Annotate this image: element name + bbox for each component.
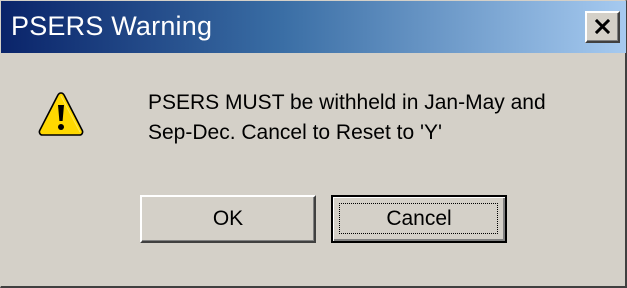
- warning-icon: [38, 92, 84, 136]
- cancel-button[interactable]: Cancel: [331, 195, 507, 243]
- title-bar[interactable]: PSERS Warning: [1, 1, 626, 53]
- warning-message: PSERS MUST be withheld in Jan-May and Se…: [148, 91, 546, 144]
- close-icon: [595, 19, 610, 34]
- dialog-title: PSERS Warning: [11, 11, 213, 41]
- warning-dialog: PSERS Warning PSERS MUST be withheld in …: [0, 0, 627, 288]
- cancel-button-label: Cancel: [386, 207, 452, 230]
- ok-button-label: OK: [212, 207, 244, 230]
- close-button[interactable]: [585, 11, 620, 43]
- ok-button[interactable]: OK: [140, 195, 316, 243]
